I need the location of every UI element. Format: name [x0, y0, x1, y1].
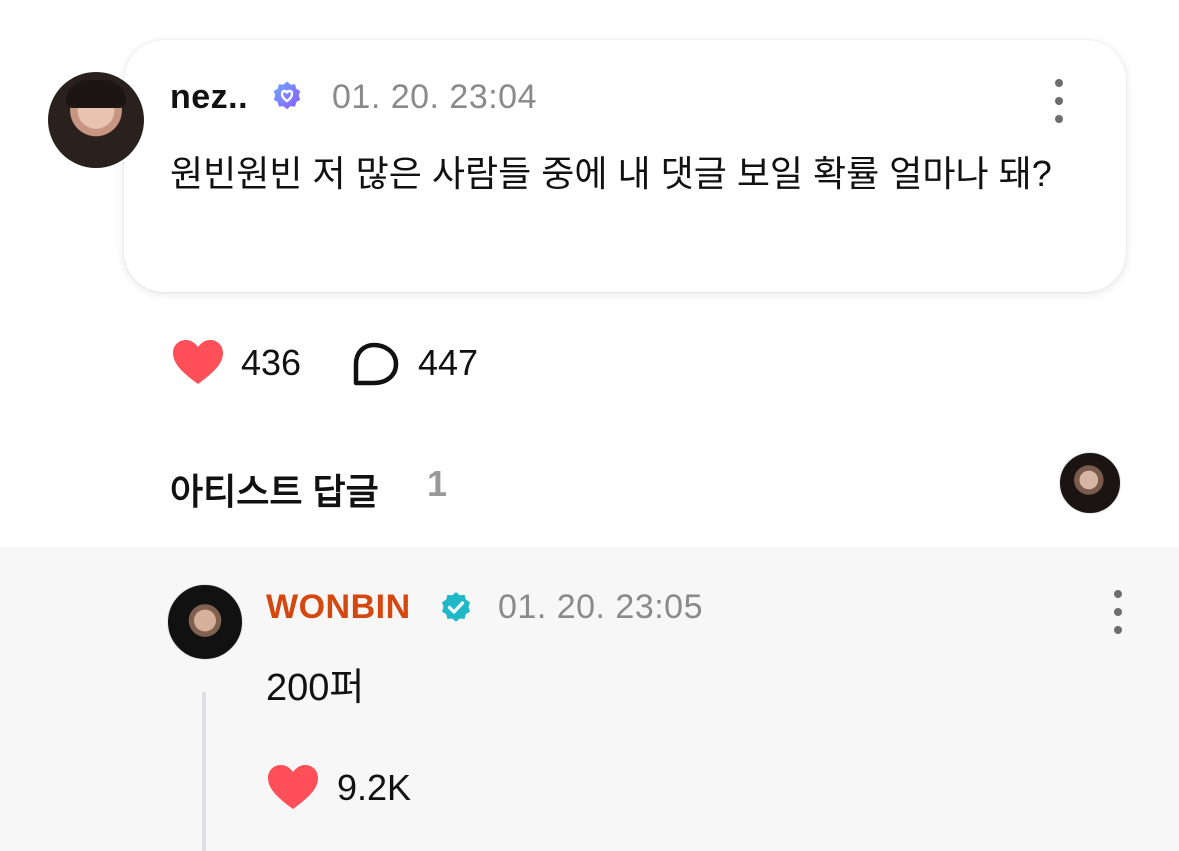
verified-check-badge-icon [442, 592, 470, 622]
commenter-avatar[interactable] [48, 72, 144, 168]
comment-more-options-icon[interactable] [1054, 79, 1064, 123]
comment-like-count: 436 [241, 342, 302, 383]
verified-heart-badge-icon [273, 81, 301, 110]
artist-username[interactable]: WONBIN [266, 588, 411, 627]
artist-avatar[interactable] [167, 584, 243, 660]
reply-timestamp: 01. 20. 23:05 [498, 588, 704, 626]
artist-replies-title: 아티스트 답글 [170, 471, 379, 512]
speech-bubble-icon[interactable] [352, 342, 400, 386]
reply-more-options-icon[interactable] [1113, 590, 1123, 634]
thread-line [202, 692, 206, 851]
comment-timestamp: 01. 20. 23:04 [332, 78, 538, 116]
heart-icon[interactable] [171, 338, 225, 386]
reply-like-count: 9.2K [337, 767, 412, 808]
artist-replies-count: 1 [427, 463, 448, 504]
artist-avatar-small[interactable] [1059, 452, 1121, 514]
comment-text: 원빈원빈 저 많은 사람들 중에 내 댓글 보일 확률 얼마나 돼? [170, 153, 1052, 194]
commenter-username[interactable]: nez.. [170, 78, 248, 117]
reply-text: 200퍼 [266, 667, 365, 709]
heart-icon[interactable] [266, 763, 320, 811]
comment-reply-count: 447 [418, 342, 479, 383]
